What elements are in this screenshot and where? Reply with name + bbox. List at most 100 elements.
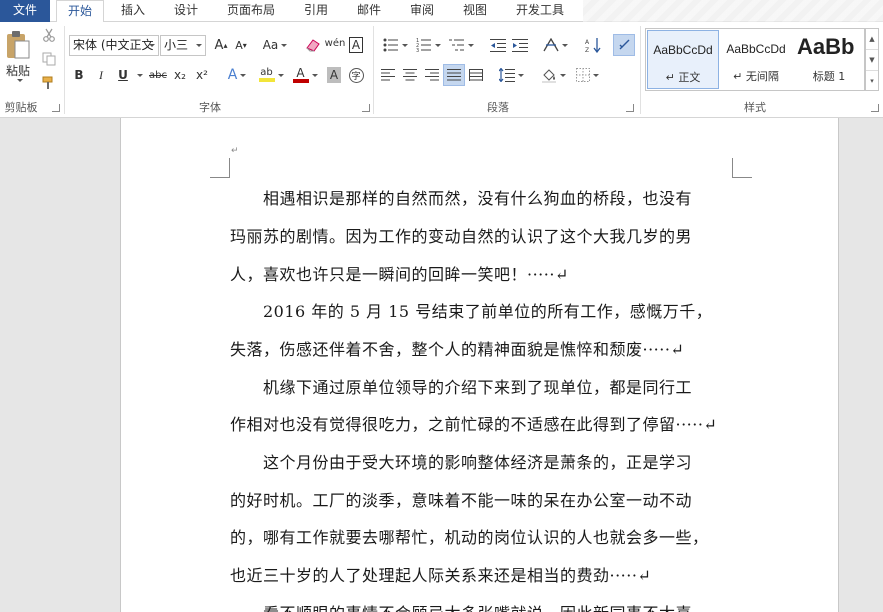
doc-line: 玛丽苏的剧情。因为工作的变动自然的认识了这个大我几岁的男 [230, 227, 693, 246]
align-left-button[interactable] [378, 65, 398, 85]
svg-text:A: A [585, 39, 590, 46]
group-separator [373, 26, 374, 114]
increase-indent-button[interactable] [510, 35, 530, 55]
align-right-button[interactable] [422, 65, 442, 85]
borders-button[interactable] [572, 65, 602, 85]
paragraph-group-label: 段落 [487, 101, 509, 114]
style-normal[interactable]: AaBbCcDd ↵ 正文 [647, 30, 719, 89]
font-group-label: 字体 [199, 101, 221, 114]
font-size-value: 小三 [164, 38, 189, 52]
line-spacing-button[interactable] [496, 65, 526, 85]
styles-group-label: 样式 [744, 101, 766, 114]
font-name-combo[interactable]: 宋体 (中文正文 [69, 35, 159, 56]
enclose-characters-button[interactable]: 字 [347, 65, 365, 85]
clipboard-group-label: 剪贴板 [4, 101, 38, 114]
bold-button[interactable]: B [70, 65, 88, 85]
character-shading-button[interactable]: A [325, 65, 343, 85]
copy-icon [42, 52, 56, 66]
clipboard-launcher[interactable] [52, 104, 60, 112]
phonetic-guide-button[interactable]: wén [325, 33, 346, 53]
tab-file[interactable]: 文件 [0, 0, 50, 22]
numbering-button[interactable]: 1 2 3 [413, 35, 443, 55]
document-area: ↵ 相遇相识是那样的自然而然，没有什么狗血的桥段，也没有 玛丽苏的剧情。因为工作… [0, 118, 883, 612]
gallery-scroll-up-button[interactable]: ▲ [866, 29, 878, 50]
show-hide-marks-button[interactable] [613, 34, 635, 56]
change-case-icon: Aa [262, 38, 279, 52]
document-page[interactable]: ↵ 相遇相识是那样的自然而然，没有什么狗血的桥段，也没有 玛丽苏的剧情。因为工作… [120, 118, 839, 612]
multilevel-list-button[interactable] [446, 35, 476, 55]
align-right-icon [425, 69, 439, 81]
paragraph-launcher[interactable] [626, 104, 634, 112]
tab-mailings[interactable]: 邮件 [347, 0, 391, 22]
style-heading-1[interactable]: AaBb 标题 1 [793, 30, 864, 89]
gallery-scroll-down-button[interactable]: ▼ [866, 50, 878, 71]
highlight-button[interactable]: ab [256, 65, 286, 85]
doc-line: 机缘下通过原单位领导的介绍下来到了现单位，都是同行工 [230, 378, 693, 397]
text-effects-button[interactable]: A [224, 65, 250, 85]
font-size-combo[interactable]: 小三 [160, 35, 206, 56]
tab-design[interactable]: 设计 [163, 0, 209, 22]
shrink-font-button[interactable]: A ▾ [232, 35, 250, 55]
style-name: ↵ 正文 [665, 71, 701, 84]
underline-dropdown[interactable] [132, 65, 144, 85]
highlight-glyph: ab [260, 67, 273, 78]
justify-button[interactable] [443, 64, 465, 86]
style-sample: AaBb [797, 34, 855, 59]
empty-paragraph-mark: ↵ [231, 146, 239, 156]
highlight-color-bar [258, 78, 275, 82]
distributed-button[interactable] [466, 65, 486, 85]
font-color-button[interactable]: A [290, 65, 320, 85]
font-color-icon: A [292, 67, 309, 83]
paste-button[interactable]: 粘贴 [2, 28, 34, 84]
paragraph-mark-icon [619, 39, 630, 50]
shading-button[interactable] [538, 65, 568, 85]
tab-developer[interactable]: 开发工具 [508, 0, 572, 22]
margin-corner-top-right [732, 158, 752, 178]
cut-button[interactable] [40, 26, 58, 44]
font-name-value: 宋体 (中文正文 [73, 38, 154, 52]
group-separator [640, 26, 641, 114]
character-shading-icon: A [326, 67, 342, 83]
change-case-button[interactable]: Aa [258, 35, 292, 55]
styles-launcher[interactable] [871, 104, 879, 112]
align-center-button[interactable] [400, 65, 420, 85]
tab-page-layout[interactable]: 页面布局 [218, 0, 284, 22]
chinese-layout-button[interactable] [540, 35, 570, 55]
word-window: 文件 开始 插入 设计 页面布局 引用 邮件 审阅 视图 开发工具 粘贴 剪贴板… [0, 0, 883, 612]
numbering-icon: 1 2 3 [416, 38, 431, 52]
svg-text:3: 3 [416, 48, 419, 52]
superscript-button[interactable]: x² [192, 65, 212, 85]
eraser-icon [306, 39, 320, 52]
svg-text:Z: Z [585, 47, 589, 53]
increase-indent-icon [512, 39, 528, 52]
tab-insert[interactable]: 插入 [110, 0, 156, 22]
grow-font-icon: A [214, 37, 224, 53]
styles-gallery-scroller: ▲ ▼ ▾ [865, 28, 879, 91]
character-border-button[interactable]: A [347, 35, 365, 55]
strikethrough-button[interactable]: abc [148, 65, 168, 85]
tab-view[interactable]: 视图 [453, 0, 497, 22]
bullets-button[interactable] [380, 35, 410, 55]
tab-home[interactable]: 开始 [56, 0, 104, 23]
gallery-more-button[interactable]: ▾ [866, 71, 878, 92]
subscript-button[interactable]: x₂ [170, 65, 190, 85]
paint-bucket-icon [541, 69, 556, 83]
paste-icon [7, 31, 30, 59]
decrease-indent-button[interactable] [488, 35, 508, 55]
format-painter-button[interactable] [40, 74, 58, 92]
grow-font-button[interactable]: A ▴ [212, 35, 230, 55]
underline-button[interactable]: U [114, 65, 132, 85]
font-launcher[interactable] [362, 104, 370, 112]
decrease-indent-icon [490, 39, 506, 52]
style-no-spacing[interactable]: AaBbCcDd ↵ 无间隔 [720, 30, 792, 89]
title-decoration [583, 0, 883, 22]
italic-button[interactable]: I [92, 65, 110, 85]
paste-dropdown-arrow[interactable] [14, 79, 23, 82]
copy-button[interactable] [40, 50, 58, 68]
tab-review[interactable]: 审阅 [400, 0, 444, 22]
clear-formatting-button[interactable] [304, 35, 322, 55]
sort-button[interactable]: AZ [583, 35, 603, 55]
font-color-bar [292, 78, 309, 83]
highlighter-icon: ab [258, 67, 275, 82]
tab-references[interactable]: 引用 [294, 0, 338, 22]
